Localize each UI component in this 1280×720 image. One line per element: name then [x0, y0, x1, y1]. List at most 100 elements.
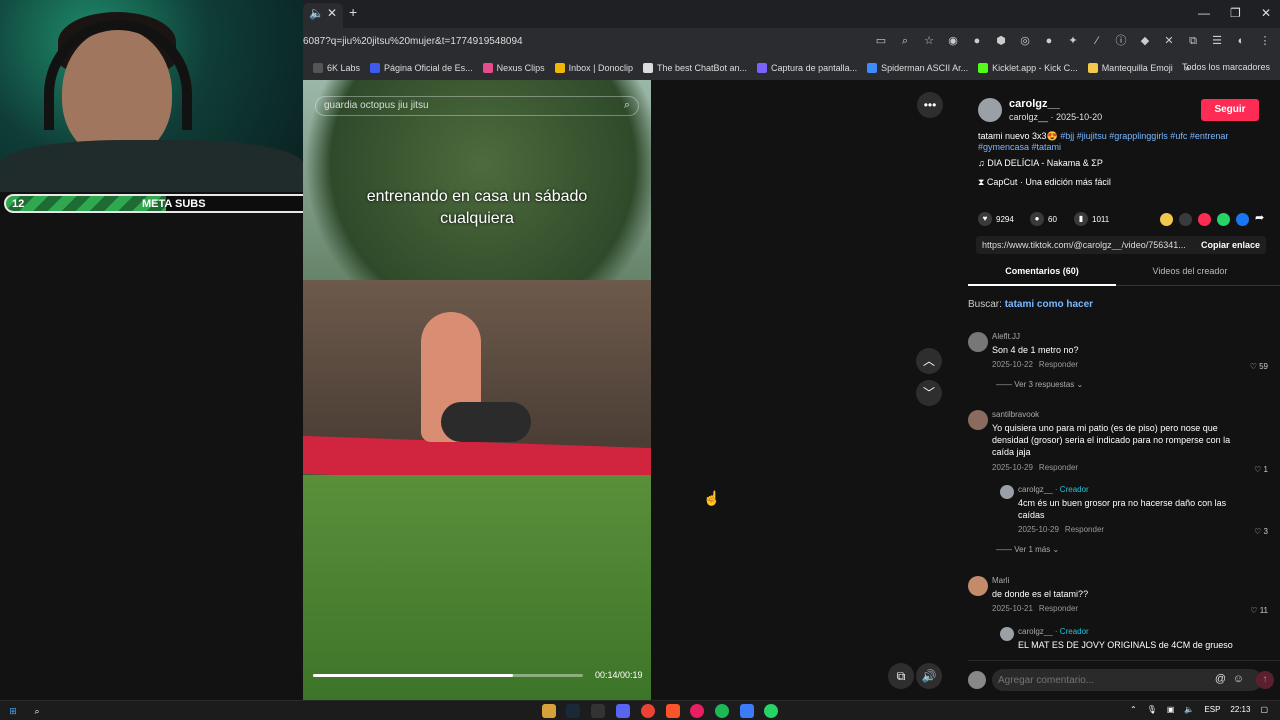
bookmark-item[interactable]: Página Oficial de Es...	[370, 63, 473, 73]
comment-username[interactable]: Aleflt.JJ	[992, 332, 1020, 341]
whatsapp-taskbar-icon[interactable]	[764, 704, 778, 718]
save-action[interactable]: ▮ 1011	[1074, 212, 1109, 226]
puzzle-icon[interactable]: ⧉	[1186, 34, 1200, 48]
more-options-button[interactable]: •••	[917, 92, 943, 118]
emoji-icon[interactable]: ☺	[1233, 673, 1244, 685]
extension-icon[interactable]: ◆	[1138, 34, 1152, 48]
whatsapp-icon[interactable]	[1217, 213, 1230, 226]
comment-avatar[interactable]	[968, 410, 988, 430]
extension-icon[interactable]: ✕	[1162, 34, 1176, 48]
embed-icon[interactable]	[1179, 213, 1192, 226]
comment-likes[interactable]: ♡ 1	[1254, 465, 1268, 474]
video-link[interactable]: https://www.tiktok.com/@carolgz__/video/…	[982, 240, 1188, 250]
extension-icon[interactable]: ●	[1042, 34, 1056, 48]
like-action[interactable]: ♥ 9294	[978, 212, 1014, 226]
bookmark-star-icon[interactable]: ☆	[922, 34, 936, 48]
reply-button[interactable]: Responder	[1039, 360, 1078, 369]
mini-player-button[interactable]: ⧉	[888, 663, 914, 689]
spotify-icon[interactable]	[715, 704, 729, 718]
microphone-icon[interactable]: 🎙	[1147, 705, 1157, 714]
language-indicator[interactable]: ESP	[1204, 705, 1220, 714]
bookmark-item[interactable]: Spiderman ASCII Ar...	[867, 63, 968, 73]
clock[interactable]: 22:13	[1230, 705, 1250, 714]
screen-cast-icon[interactable]: ▭	[874, 34, 888, 48]
video-player[interactable]: guardia octopus jiu jitsu ⌕ entrenando e…	[303, 80, 651, 700]
brave-icon[interactable]	[666, 704, 680, 718]
copy-link-button[interactable]: Copiar enlace	[1201, 240, 1260, 250]
view-replies-button[interactable]: —— Ver 3 respuestas ⌄	[996, 380, 1083, 389]
bookmark-item[interactable]: The best ChatBot an...	[642, 63, 747, 73]
discord-icon[interactable]	[616, 704, 630, 718]
chrome-icon[interactable]	[641, 704, 655, 718]
minimize-icon[interactable]: —	[1198, 6, 1210, 20]
adblock-icon[interactable]: ⬢	[994, 34, 1008, 48]
search-icon[interactable]: ⌕	[624, 99, 630, 112]
profile-icon[interactable]: ◐	[1234, 34, 1248, 48]
bookmark-item[interactable]: Kicklet.app - Kick C...	[978, 63, 1078, 73]
bookmark-item[interactable]: Inbox | Donoclip	[554, 63, 633, 73]
comment-likes[interactable]: ♡ 3	[1254, 527, 1268, 536]
bookmark-item[interactable]: Nexus Clips	[482, 63, 545, 73]
app-icon[interactable]	[740, 704, 754, 718]
comment-username[interactable]: santilbravook	[992, 410, 1039, 419]
close-tab-icon[interactable]: ✕	[327, 6, 337, 20]
menu-icon[interactable]: ⋮	[1258, 34, 1272, 48]
extension-icon[interactable]: ◎	[1018, 34, 1032, 48]
media-player-icon[interactable]	[690, 704, 704, 718]
tab-comments[interactable]: Comentarios (60)	[968, 266, 1116, 286]
comment-username[interactable]: Marli	[992, 576, 1009, 585]
windows-start-icon[interactable]: ⊞	[6, 704, 20, 718]
url-text[interactable]: 6087?q=jiu%20jitsu%20mujer&t=17749195480…	[303, 36, 523, 47]
creator-avatar[interactable]	[978, 98, 1002, 122]
new-tab-icon[interactable]: +	[349, 4, 357, 20]
send-comment-button[interactable]: ↑	[1256, 671, 1274, 689]
notification-icon[interactable]: ▢	[1260, 705, 1268, 714]
mention-icon[interactable]: @	[1215, 673, 1226, 685]
previous-video-button[interactable]: ︿	[916, 348, 942, 374]
comment-avatar[interactable]	[968, 576, 988, 596]
video-progress-bar[interactable]	[313, 674, 583, 677]
share-arrow-icon[interactable]: ➦	[1255, 211, 1264, 224]
chevron-up-icon[interactable]: ⌃	[1130, 705, 1137, 714]
comment-likes[interactable]: ♡ 11	[1250, 606, 1268, 615]
reply-button[interactable]: Responder	[1065, 525, 1104, 534]
comment-avatar[interactable]	[1000, 485, 1014, 499]
comment-avatar[interactable]	[1000, 627, 1014, 641]
comment-username[interactable]: carolgz__	[1018, 485, 1053, 494]
comment-avatar[interactable]	[968, 332, 988, 352]
extension-icon[interactable]: ●	[970, 34, 984, 48]
capcut-line[interactable]: ⧗ CapCut · Una edición más fácil	[978, 177, 1111, 188]
comment-username[interactable]: carolgz__	[1018, 627, 1053, 636]
reading-list-icon[interactable]: ☰	[1210, 34, 1224, 48]
steam-icon[interactable]	[566, 704, 580, 718]
maximize-icon[interactable]: ❐	[1230, 6, 1241, 20]
volume-button[interactable]: 🔊	[916, 663, 942, 689]
bookmark-item[interactable]: Mantequilla Emoji	[1087, 63, 1173, 73]
coin-icon[interactable]	[1160, 213, 1173, 226]
facebook-icon[interactable]	[1236, 213, 1249, 226]
reply-button[interactable]: Responder	[1039, 463, 1078, 472]
creator-username[interactable]: carolgz__	[1009, 98, 1060, 110]
view-more-button[interactable]: —— Ver 1 más ⌄	[996, 545, 1059, 554]
bookmark-item[interactable]: Captura de pantalla...	[757, 63, 857, 73]
extension-icon[interactable]: ✦	[1066, 34, 1080, 48]
close-window-icon[interactable]: ✕	[1261, 6, 1271, 20]
send-icon[interactable]	[1198, 213, 1211, 226]
next-video-button[interactable]: ﹀	[916, 380, 942, 406]
search-icon[interactable]: ⌕	[30, 704, 44, 718]
tab-creator-videos[interactable]: Videos del creador	[1116, 266, 1264, 286]
comment-likes[interactable]: ♡ 59	[1250, 362, 1268, 371]
comment-action[interactable]: ● 60	[1030, 212, 1057, 226]
file-explorer-icon[interactable]	[542, 704, 556, 718]
info-icon[interactable]: ⓘ	[1114, 34, 1128, 48]
reply-button[interactable]: Responder	[1039, 604, 1078, 613]
speaker-icon[interactable]: 🔈	[309, 6, 324, 20]
search-term[interactable]: tatami como hacer	[1005, 299, 1093, 310]
follow-button[interactable]: Seguir	[1201, 99, 1259, 121]
settings-icon[interactable]	[591, 704, 605, 718]
network-icon[interactable]: ▣	[1167, 705, 1175, 714]
zoom-icon[interactable]: ⌕	[898, 34, 912, 48]
volume-icon[interactable]: 🔈	[1184, 705, 1194, 714]
extension-icon[interactable]: ∕	[1090, 34, 1104, 48]
search-suggestion[interactable]: Buscar: tatami como hacer	[968, 299, 1093, 310]
